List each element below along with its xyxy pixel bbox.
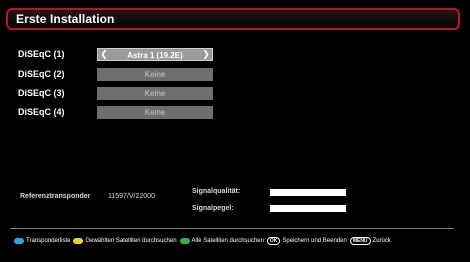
diseqc-1-value: Astra 1 (19.2E) [127,51,183,60]
signal-quality-fill [270,189,346,196]
signal-level-bar [270,205,346,212]
installation-screen: Erste Installation DiSEqC (1) ❮ Astra 1 … [0,0,470,262]
blue-key-label[interactable]: Transponderliste [26,236,70,246]
diseqc-2-label: DiSEqC (2) [18,69,65,79]
ok-key-icon: OK [266,237,281,245]
chevron-right-icon[interactable]: ❯ [201,49,211,60]
diseqc-3-value: Keine [144,89,166,98]
signal-quality-label: Signalqualität: [192,188,241,195]
diseqc-4-value: Keine [144,108,166,117]
diseqc-1-label: DiSEqC (1) [18,49,65,59]
ok-key-label[interactable]: Speichern und Beenden [282,236,346,246]
chevron-left-icon[interactable]: ❮ [99,49,109,60]
diseqc-3-selector[interactable]: Keine [97,87,213,100]
green-key-label[interactable]: Alle Satelliten durchsuchen [192,236,264,246]
diseqc-2-value: Keine [144,70,166,79]
menu-key-label[interactable]: Zurück [373,236,391,246]
green-key-icon [179,238,190,244]
page-title: Erste Installation [16,12,115,26]
header-bar: Erste Installation [6,8,460,30]
reference-transponder-label: Referenztransponder [20,193,91,200]
menu-key-icon: MENU [349,237,371,245]
yellow-key-label[interactable]: Gewählten Satelliten durchsuchen [85,236,176,246]
diseqc-1-selector[interactable]: ❮ Astra 1 (19.2E) ❯ [97,48,213,61]
diseqc-4-label: DiSEqC (4) [18,107,65,117]
signal-level-label: Signalpegel: [192,205,234,212]
diseqc-4-selector[interactable]: Keine [97,106,213,119]
reference-transponder-value: 11597/V/22000 [108,193,155,200]
footer-legend: Transponderliste Gewählten Satelliten dur… [14,236,460,246]
footer-divider [10,228,454,229]
yellow-key-icon [73,238,84,244]
signal-quality-bar [270,189,346,196]
diseqc-2-selector[interactable]: Keine [97,68,213,81]
blue-key-icon [14,238,24,244]
diseqc-3-label: DiSEqC (3) [18,88,65,98]
signal-level-fill [270,205,346,212]
